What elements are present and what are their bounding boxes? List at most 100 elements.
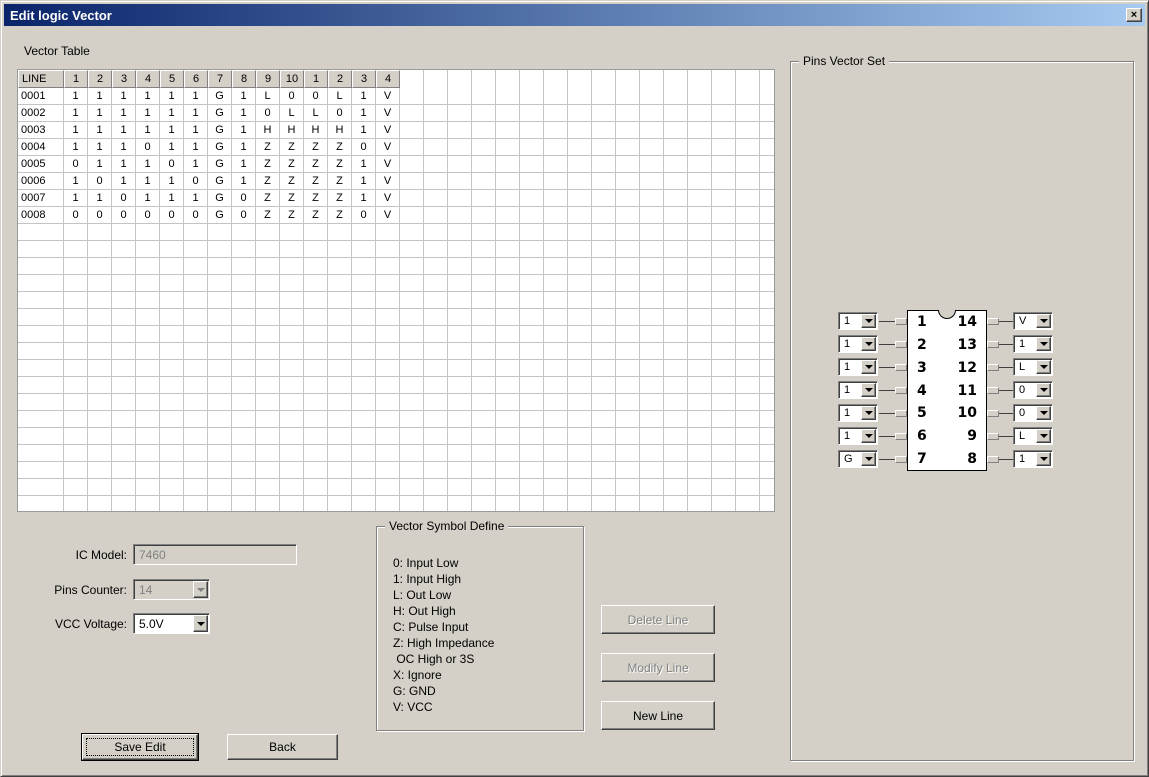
table-cell[interactable] bbox=[328, 258, 352, 274]
table-cell[interactable]: 1 bbox=[112, 156, 136, 172]
table-row[interactable] bbox=[18, 326, 774, 343]
table-cell[interactable]: 1 bbox=[352, 190, 376, 206]
table-cell[interactable] bbox=[352, 224, 376, 240]
table-cell[interactable] bbox=[64, 428, 88, 444]
table-cell[interactable] bbox=[112, 479, 136, 495]
table-cell[interactable] bbox=[256, 360, 280, 376]
table-row[interactable] bbox=[18, 479, 774, 496]
table-cell[interactable]: 1 bbox=[88, 105, 112, 121]
table-cell[interactable] bbox=[184, 428, 208, 444]
table-row[interactable] bbox=[18, 275, 774, 292]
table-cell[interactable] bbox=[280, 360, 304, 376]
table-cell[interactable]: Z bbox=[256, 139, 280, 155]
table-cell[interactable] bbox=[256, 275, 280, 291]
table-cell[interactable]: H bbox=[304, 122, 328, 138]
line-cell[interactable] bbox=[18, 275, 64, 291]
table-cell[interactable]: Z bbox=[280, 173, 304, 189]
table-cell[interactable]: 0 bbox=[136, 139, 160, 155]
line-cell[interactable] bbox=[18, 224, 64, 240]
table-cell[interactable]: G bbox=[208, 173, 232, 189]
table-cell[interactable]: H bbox=[280, 122, 304, 138]
table-cell[interactable] bbox=[376, 343, 400, 359]
table-cell[interactable]: 0 bbox=[112, 190, 136, 206]
table-cell[interactable] bbox=[280, 275, 304, 291]
table-cell[interactable]: 1 bbox=[112, 88, 136, 104]
table-cell[interactable] bbox=[232, 241, 256, 257]
table-cell[interactable] bbox=[112, 428, 136, 444]
table-row[interactable]: 0005011101G1ZZZZ1V bbox=[18, 156, 774, 173]
table-cell[interactable] bbox=[376, 445, 400, 461]
table-cell[interactable]: 1 bbox=[352, 156, 376, 172]
table-cell[interactable]: 1 bbox=[136, 156, 160, 172]
table-cell[interactable] bbox=[184, 360, 208, 376]
table-cell[interactable] bbox=[64, 224, 88, 240]
table-cell[interactable] bbox=[256, 309, 280, 325]
table-cell[interactable] bbox=[64, 343, 88, 359]
table-cell[interactable] bbox=[280, 479, 304, 495]
table-cell[interactable] bbox=[184, 377, 208, 393]
table-cell[interactable]: 1 bbox=[184, 88, 208, 104]
table-row[interactable] bbox=[18, 462, 774, 479]
table-cell[interactable] bbox=[304, 496, 328, 512]
table-cell[interactable] bbox=[328, 496, 352, 512]
vcc-voltage-dropdown-button[interactable] bbox=[193, 615, 208, 632]
table-cell[interactable]: Z bbox=[304, 139, 328, 155]
table-cell[interactable] bbox=[64, 360, 88, 376]
table-cell[interactable] bbox=[136, 241, 160, 257]
table-cell[interactable] bbox=[160, 411, 184, 427]
table-cell[interactable] bbox=[304, 224, 328, 240]
vcc-voltage-select[interactable]: 5.0V bbox=[133, 613, 210, 634]
table-cell[interactable] bbox=[280, 445, 304, 461]
close-button[interactable]: × bbox=[1126, 8, 1142, 22]
table-cell[interactable]: Z bbox=[304, 156, 328, 172]
table-cell[interactable] bbox=[136, 462, 160, 478]
table-cell[interactable] bbox=[304, 292, 328, 308]
table-cell[interactable] bbox=[352, 479, 376, 495]
table-cell[interactable] bbox=[184, 292, 208, 308]
table-cell[interactable] bbox=[232, 224, 256, 240]
table-cell[interactable] bbox=[64, 292, 88, 308]
table-cell[interactable]: Z bbox=[328, 173, 352, 189]
table-cell[interactable] bbox=[136, 445, 160, 461]
table-cell[interactable] bbox=[280, 326, 304, 342]
table-cell[interactable] bbox=[232, 428, 256, 444]
line-cell[interactable] bbox=[18, 428, 64, 444]
line-cell[interactable] bbox=[18, 309, 64, 325]
table-cell[interactable] bbox=[208, 326, 232, 342]
table-row[interactable] bbox=[18, 224, 774, 241]
table-cell[interactable]: 1 bbox=[184, 105, 208, 121]
table-cell[interactable]: 0 bbox=[256, 105, 280, 121]
table-cell[interactable] bbox=[136, 258, 160, 274]
table-cell[interactable] bbox=[112, 258, 136, 274]
table-cell[interactable] bbox=[112, 411, 136, 427]
table-cell[interactable] bbox=[352, 496, 376, 512]
pin-7-select[interactable]: G bbox=[838, 450, 878, 468]
pin-8-select[interactable]: 1 bbox=[1013, 450, 1053, 468]
table-cell[interactable] bbox=[232, 479, 256, 495]
table-cell[interactable]: 1 bbox=[64, 190, 88, 206]
table-cell[interactable] bbox=[376, 292, 400, 308]
table-cell[interactable]: Z bbox=[328, 190, 352, 206]
table-cell[interactable] bbox=[280, 428, 304, 444]
table-cell[interactable] bbox=[184, 479, 208, 495]
table-cell[interactable] bbox=[352, 275, 376, 291]
table-cell[interactable]: 1 bbox=[112, 105, 136, 121]
pin-2-dropdown-button[interactable] bbox=[861, 337, 876, 351]
table-cell[interactable] bbox=[232, 394, 256, 410]
table-cell[interactable] bbox=[256, 445, 280, 461]
table-cell[interactable]: 0 bbox=[88, 207, 112, 223]
table-row[interactable]: 0006101110G1ZZZZ1V bbox=[18, 173, 774, 190]
table-cell[interactable] bbox=[280, 224, 304, 240]
table-cell[interactable] bbox=[160, 428, 184, 444]
table-cell[interactable] bbox=[256, 462, 280, 478]
table-cell[interactable] bbox=[256, 258, 280, 274]
table-cell[interactable]: G bbox=[208, 207, 232, 223]
table-cell[interactable] bbox=[88, 292, 112, 308]
table-cell[interactable]: 1 bbox=[232, 156, 256, 172]
pin-9-select[interactable]: L bbox=[1013, 427, 1053, 445]
table-cell[interactable]: 1 bbox=[136, 173, 160, 189]
table-cell[interactable] bbox=[280, 462, 304, 478]
table-cell[interactable] bbox=[112, 292, 136, 308]
table-row[interactable] bbox=[18, 411, 774, 428]
table-cell[interactable] bbox=[88, 241, 112, 257]
